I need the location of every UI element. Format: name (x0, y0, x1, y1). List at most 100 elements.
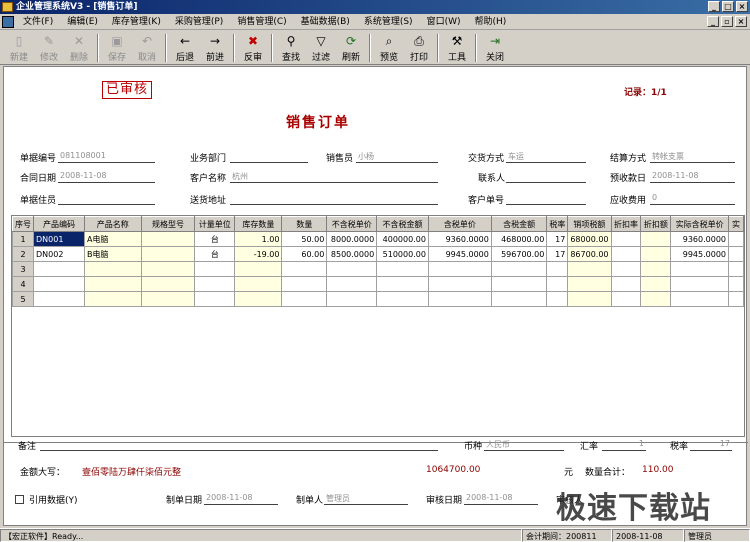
menu-edit[interactable]: 编辑(E) (60, 14, 105, 30)
filter-button[interactable]: ▽ 过滤 (306, 31, 336, 64)
table-cell[interactable]: 9945.0000 (427, 246, 492, 262)
minimize-button[interactable]: _ (708, 1, 720, 12)
column-header[interactable]: 实际含税单价 (670, 216, 730, 232)
table-cell[interactable] (546, 276, 569, 292)
table-cell[interactable] (140, 291, 196, 307)
column-header[interactable]: 含税金额 (490, 216, 548, 232)
table-cell[interactable]: 台 (194, 246, 236, 262)
window-title-bar[interactable]: 企业管理系统V3 - [销售订单] _ □ × (0, 0, 750, 14)
table-cell[interactable] (326, 261, 378, 277)
column-header[interactable]: 产品名称 (84, 216, 142, 232)
table-cell[interactable]: 17 (546, 231, 569, 247)
table-cell[interactable] (376, 276, 429, 292)
edit-button[interactable]: ✎ 修改 (34, 31, 64, 64)
back-button[interactable]: ← 后退 (170, 31, 200, 64)
print-button[interactable]: ⎙ 打印 (404, 31, 434, 64)
remark-input[interactable] (40, 439, 438, 451)
settle-input[interactable]: 转帐支票 (650, 151, 735, 163)
table-cell[interactable] (84, 291, 142, 307)
table-cell[interactable] (281, 291, 328, 307)
table-cell[interactable] (140, 231, 196, 247)
table-cell[interactable] (194, 261, 236, 277)
table-row[interactable]: 4 (12, 276, 744, 292)
table-cell[interactable] (194, 291, 236, 307)
table-cell[interactable]: 510000.00 (376, 246, 429, 262)
column-header[interactable]: 数量 (281, 216, 328, 232)
order-lines-grid[interactable]: 序号 产品编码 产品名称 规格型号 计量单位 库存数量 数量 不含税单价 不含税… (11, 215, 745, 437)
table-cell[interactable] (640, 231, 672, 247)
advance-date-input[interactable]: 2008-11-08 (650, 171, 735, 183)
table-cell[interactable] (640, 246, 672, 262)
audit-date-input[interactable]: 2008-11-08 (464, 493, 538, 505)
menu-help[interactable]: 帮助(H) (468, 14, 514, 30)
table-cell[interactable]: 86700.00 (567, 246, 612, 262)
child-close-button[interactable]: × (735, 16, 747, 27)
table-cell[interactable] (610, 246, 642, 262)
column-header[interactable]: 不含税单价 (326, 216, 378, 232)
table-cell[interactable] (567, 261, 612, 277)
table-cell[interactable] (326, 291, 378, 307)
table-cell[interactable] (234, 276, 283, 292)
maximize-button[interactable]: □ (722, 1, 734, 12)
column-header[interactable]: 序号 (12, 216, 34, 232)
table-cell[interactable] (490, 261, 548, 277)
column-header[interactable]: 含税单价 (427, 216, 492, 232)
forward-button[interactable]: → 前进 (200, 31, 230, 64)
table-cell[interactable] (670, 276, 730, 292)
table-cell[interactable]: 468000.00 (490, 231, 548, 247)
table-cell[interactable] (33, 291, 85, 307)
table-cell[interactable] (640, 261, 672, 277)
menu-file[interactable]: 文件(F) (16, 14, 60, 30)
table-cell[interactable] (427, 291, 492, 307)
table-cell[interactable] (610, 276, 642, 292)
table-cell[interactable] (427, 276, 492, 292)
table-cell[interactable]: 1.00 (234, 231, 283, 247)
table-cell[interactable] (376, 291, 429, 307)
close-button[interactable]: × (736, 1, 748, 12)
table-cell[interactable]: 60.00 (281, 246, 328, 262)
column-header[interactable]: 折扣率 (610, 216, 642, 232)
table-row[interactable]: 5 (12, 291, 744, 307)
table-cell[interactable] (33, 261, 85, 277)
table-cell[interactable] (33, 276, 85, 292)
table-cell[interactable] (670, 261, 730, 277)
menu-sales[interactable]: 销售管理(C) (230, 14, 293, 30)
cust-no-input[interactable] (506, 193, 586, 205)
table-cell[interactable]: 596700.00 (490, 246, 548, 262)
menu-window[interactable]: 窗口(W) (420, 14, 468, 30)
tax-input[interactable]: 17 (690, 439, 732, 451)
dept-input[interactable] (230, 151, 308, 163)
table-cell[interactable] (640, 291, 672, 307)
table-cell[interactable] (140, 261, 196, 277)
table-cell[interactable] (490, 276, 548, 292)
unaudit-button[interactable]: ✖ 反审 (238, 31, 268, 64)
doc-no-input[interactable]: 081108001 (58, 151, 155, 163)
table-cell[interactable] (140, 276, 196, 292)
salesman-input[interactable]: 小杨 (356, 151, 438, 163)
address-input[interactable] (230, 193, 438, 205)
table-cell[interactable] (427, 261, 492, 277)
table-cell[interactable]: 400000.00 (376, 231, 429, 247)
menu-basic-data[interactable]: 基础数据(B) (294, 14, 357, 30)
table-cell[interactable]: 17 (546, 246, 569, 262)
menu-inventory[interactable]: 库存管理(K) (105, 14, 168, 30)
table-row[interactable]: 3 (12, 261, 744, 277)
column-header[interactable]: 库存数量 (234, 216, 283, 232)
cancel-button[interactable]: ↶ 取消 (132, 31, 162, 64)
table-cell[interactable]: 68000.00 (567, 231, 612, 247)
currency-input[interactable]: 人民币 (484, 439, 564, 451)
preview-button[interactable]: ⌕ 预览 (374, 31, 404, 64)
column-header[interactable]: 计量单位 (194, 216, 236, 232)
ref-data-label[interactable]: 引用数据(Y) (29, 493, 78, 506)
maker-name-input[interactable]: 管理员 (324, 493, 408, 505)
table-cell[interactable] (281, 276, 328, 292)
table-row[interactable]: 2 DN002 B电脑台 -19.00 60.00 8500.0000 510000.00 9… (12, 246, 744, 262)
table-cell[interactable] (84, 261, 142, 277)
table-cell[interactable] (234, 261, 283, 277)
table-cell[interactable]: DN001 (33, 231, 85, 247)
find-button[interactable]: ⚲ 查找 (276, 31, 306, 64)
rate-input[interactable]: 1 (602, 439, 646, 451)
table-cell[interactable] (567, 291, 612, 307)
table-row[interactable]: 1 DN001 A电脑台 1.00 50.00 8000.0000 400000.00 936… (12, 231, 744, 247)
delete-button[interactable]: ✕ 删除 (64, 31, 94, 64)
